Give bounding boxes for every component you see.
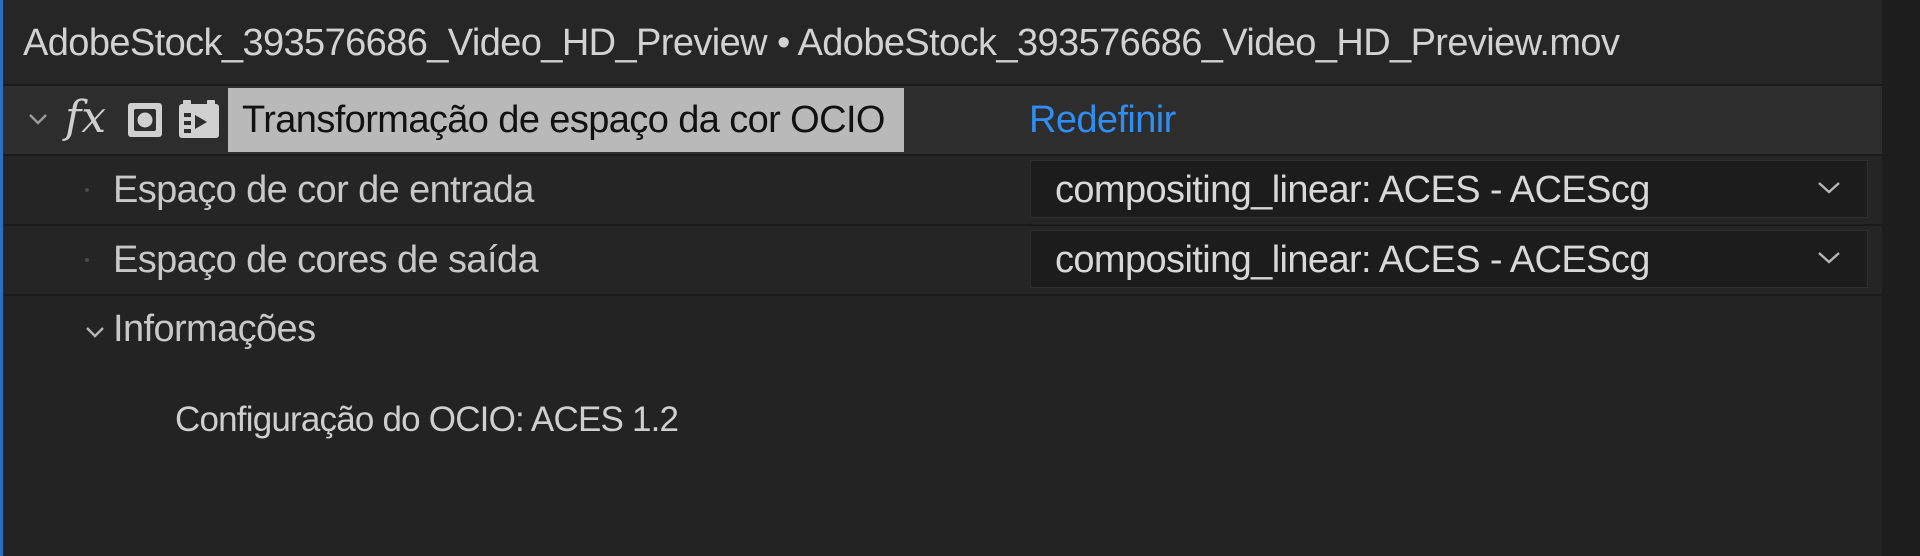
panel-scrollbar-track[interactable] [1882,0,1920,556]
input-color-space-dropdown[interactable]: compositing_linear: ACES - ACEScg [1030,160,1868,218]
keyframe-dot-icon [85,258,89,262]
chevron-down-icon [1818,182,1840,194]
effect-controls-panel: AdobeStock_393576686_Video_HD_Preview • … [0,0,1920,556]
input-color-space-label: Espaço de cor de entrada [113,169,534,211]
reset-link[interactable]: Redefinir [1029,99,1176,142]
output-color-space-value: compositing_linear: ACES - ACEScg [1055,239,1650,281]
property-row-output-space: Espaço de cores de saída compositing_lin… [3,226,1882,296]
effect-name: Transformação de espaço da cor OCIO [242,99,885,141]
panel-title-bar: AdobeStock_393576686_Video_HD_Preview • … [3,0,1882,86]
mask-icon[interactable] [125,100,165,140]
property-row-input-space: Espaço de cor de entrada compositing_lin… [3,156,1882,226]
ocio-config-info: Configuração do OCIO: ACES 1.2 [175,400,679,439]
effect-header-row[interactable]: fx Transformação de espaço da cor OCIO R… [3,86,1882,156]
keyframe-dot-icon [85,188,89,192]
output-color-space-label: Espaço de cores de saída [113,239,539,281]
effect-name-box[interactable]: Transformação de espaço da cor OCIO [228,88,904,152]
layer-icon[interactable] [177,100,221,140]
layer-title: AdobeStock_393576686_Video_HD_Preview • … [23,22,1620,64]
input-color-space-value: compositing_linear: ACES - ACEScg [1055,169,1650,211]
output-color-space-dropdown[interactable]: compositing_linear: ACES - ACEScg [1030,230,1868,288]
info-group-label: Informações [113,308,316,350]
chevron-down-icon [1818,252,1840,264]
fx-toggle-icon[interactable]: fx [65,92,106,144]
info-group-header[interactable]: Informações [3,298,1882,366]
chevron-down-icon[interactable] [83,320,107,344]
chevron-down-icon[interactable] [25,106,51,132]
